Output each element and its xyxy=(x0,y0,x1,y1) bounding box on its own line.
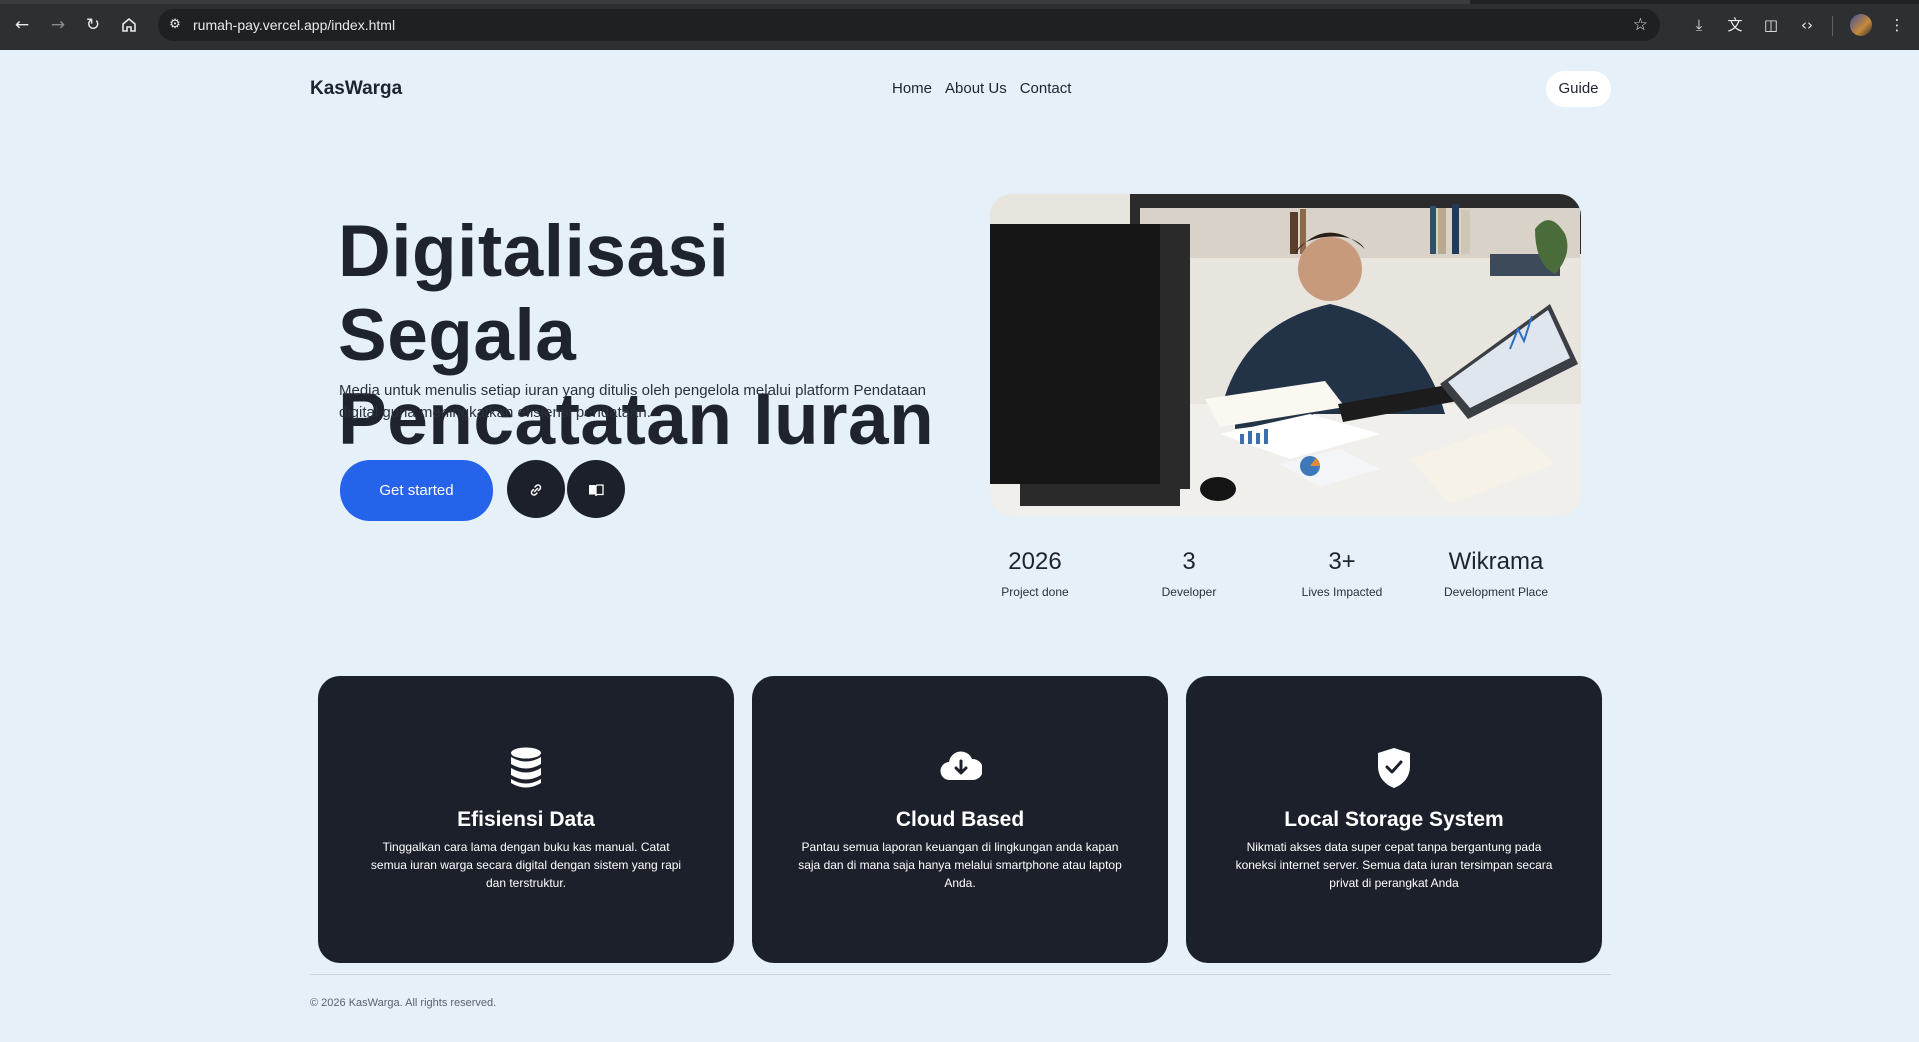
feature-title: Efisiensi Data xyxy=(457,808,595,831)
bookmark-star-icon[interactable]: ☆ xyxy=(1633,15,1648,35)
footer-divider xyxy=(310,974,1611,975)
stat-item: 3+ Lives Impacted xyxy=(1262,548,1422,599)
stat-value: 3+ xyxy=(1328,548,1356,575)
sidebar-icon[interactable]: ◫ xyxy=(1760,14,1782,36)
devtools-icon[interactable]: ‹› xyxy=(1796,14,1818,36)
menu-icon[interactable]: ⋮ xyxy=(1886,14,1908,36)
download-icon[interactable]: ⤓ xyxy=(1688,14,1710,36)
brand-logo[interactable]: KasWarga xyxy=(310,78,402,100)
database-icon xyxy=(506,746,546,790)
stats-row: 2026 Project done 3 Developer 3+ Lives I… xyxy=(1000,548,1615,608)
site-info-icon[interactable]: ⚙ xyxy=(166,16,184,34)
feature-card-local-storage: Local Storage System Nikmati akses data … xyxy=(1186,676,1602,963)
forward-icon[interactable]: → xyxy=(47,14,69,36)
profile-avatar[interactable] xyxy=(1850,14,1872,36)
stat-label: Project done xyxy=(1001,585,1069,599)
footer-copyright: © 2026 KasWarga. All rights reserved. xyxy=(310,997,497,1009)
stat-item: 2026 Project done xyxy=(955,548,1115,599)
stat-label: Development Place xyxy=(1443,585,1549,599)
hero-title-bold: Digitalisasi xyxy=(338,211,730,292)
guide-button[interactable]: Guide xyxy=(1546,71,1611,107)
stat-label: Lives Impacted xyxy=(1301,585,1383,599)
stat-value: 2026 xyxy=(1008,548,1062,575)
hero-title: Digitalisasi Segala Pencatatan Iuran xyxy=(338,210,958,462)
toolbar-divider xyxy=(1832,16,1833,36)
get-started-button[interactable]: Get started xyxy=(340,460,493,521)
stat-item: 3 Developer xyxy=(1109,548,1269,599)
feature-description: Pantau semua laporan keuangan di lingkun… xyxy=(798,840,1122,890)
url-text[interactable]: rumah-pay.vercel.app/index.html xyxy=(193,17,395,33)
stat-value: Wikrama xyxy=(1448,548,1544,575)
feature-description: Tinggalkan cara lama dengan buku kas man… xyxy=(370,840,682,890)
feature-description: Nikmati akses data super cepat tanpa ber… xyxy=(1235,840,1553,890)
stat-value: 3 xyxy=(1182,548,1196,575)
feature-title: Cloud Based xyxy=(895,808,1025,831)
main-nav: Home About Us Contact xyxy=(892,80,1071,97)
book-icon xyxy=(588,480,604,498)
back-icon[interactable]: ← xyxy=(11,14,33,36)
nav-about-us[interactable]: About Us xyxy=(945,80,1007,97)
book-button[interactable] xyxy=(567,460,625,518)
home-icon[interactable] xyxy=(118,14,140,36)
nav-home[interactable]: Home xyxy=(892,80,932,97)
nav-contact[interactable]: Contact xyxy=(1020,80,1072,97)
stat-label: Developer xyxy=(1161,585,1217,599)
translate-icon[interactable]: 文 xyxy=(1724,14,1746,36)
hero-description: Media untuk menulis setiap iuran yang di… xyxy=(339,382,927,421)
feature-card-efisiensi-data: Efisiensi Data Tinggalkan cara lama deng… xyxy=(318,676,734,963)
active-tab-indicator xyxy=(0,0,1470,4)
reload-icon[interactable]: ↻ xyxy=(82,14,104,36)
cloud-download-icon xyxy=(940,746,984,790)
page: KasWarga Home About Us Contact Guide Dig… xyxy=(0,50,1919,1042)
hero-title-rest: Segala Pencatatan Iuran xyxy=(338,295,935,460)
shield-check-icon xyxy=(1374,746,1414,790)
hero-image xyxy=(990,194,1581,516)
stat-item: Wikrama Development Place xyxy=(1416,548,1576,599)
tab-strip xyxy=(0,0,1919,4)
link-icon xyxy=(529,480,543,498)
address-bar[interactable]: ⚙ rumah-pay.vercel.app/index.html ☆ xyxy=(158,9,1660,41)
feature-title: Local Storage System xyxy=(1284,808,1504,831)
link-button[interactable] xyxy=(507,460,565,518)
feature-card-cloud-based: Cloud Based Pantau semua laporan keuanga… xyxy=(752,676,1168,963)
browser-toolbar: ← → ↻ ⚙ rumah-pay.vercel.app/index.html … xyxy=(0,0,1919,50)
